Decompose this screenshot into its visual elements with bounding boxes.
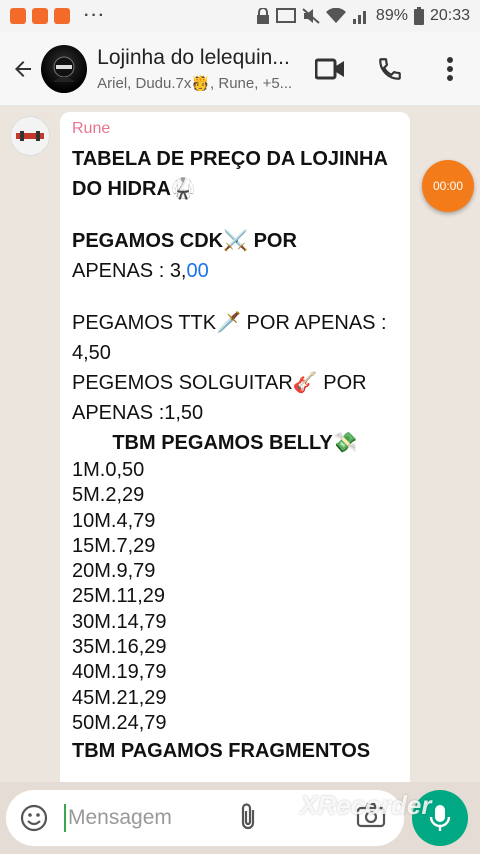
list-item: 10M.4,79 [72, 509, 156, 532]
belly-price-list: 1M.0,50 5M.2,29 10M.4,79 15M.7,29 20M.9,… [72, 458, 398, 736]
notification-icons: ··· [10, 7, 106, 25]
list-item: 20M.9,79 [72, 560, 156, 583]
solguitar-price: APENAS :1,50 [72, 402, 204, 424]
battery-level: 89% [375, 7, 408, 24]
cdk-price-link[interactable]: 00 [187, 260, 209, 282]
more-options-button[interactable] [420, 45, 480, 93]
chat-header: Lojinha do lelequin... Ariel, Dudu.7x🫅, … [0, 32, 480, 106]
voice-call-button[interactable] [360, 45, 420, 93]
app-notification-icon [10, 8, 26, 24]
chat-area[interactable]: Rune TABELA DE PREÇO DA LOJINHA DO HIDRA… [0, 106, 480, 782]
cdk-price-prefix: APENAS : 3, [72, 260, 187, 282]
list-item: 30M.14,79 [72, 610, 167, 633]
group-avatar[interactable] [40, 44, 88, 93]
list-item: 45M.21,29 [72, 686, 167, 709]
sender-logo-icon [16, 131, 44, 141]
belly-header: TBM PEGAMOS BELLY💸 [112, 432, 358, 454]
recorder-timer-button[interactable]: 00:00 [422, 160, 474, 212]
header-actions [300, 45, 480, 93]
more-vertical-icon [447, 56, 454, 81]
clock: 20:33 [429, 7, 470, 24]
list-item: 5M.2,29 [72, 484, 145, 507]
cast-icon [275, 8, 296, 23]
arrow-left-icon [15, 60, 32, 77]
emoji-icon [20, 804, 48, 832]
ttk-line: PEGAMOS TTK🗡️ POR APENAS : [72, 312, 387, 334]
message-bubble[interactable]: Rune TABELA DE PREÇO DA LOJINHA DO HIDRA… [60, 112, 410, 782]
video-call-button[interactable] [300, 45, 360, 93]
list-item: 50M.24,79 [72, 711, 167, 734]
chat-title-block[interactable]: Lojinha do lelequin... Ariel, Dudu.7x🫅, … [97, 46, 300, 92]
more-notifications-icon: ··· [84, 7, 106, 24]
solguitar-line: PEGEMOS SOLGUITAR🎸 POR [72, 372, 367, 394]
message-title: TABELA DE PREÇO DA LOJINHA DO HIDRA🥋 [72, 148, 388, 200]
sender-name[interactable]: Rune [72, 120, 398, 138]
ninja-avatar-icon [52, 56, 75, 82]
ttk-price: 4,50 [72, 342, 111, 364]
battery-icon [413, 7, 424, 25]
microphone-icon [429, 805, 451, 831]
list-item: 40M.19,79 [72, 661, 167, 684]
emoji-button[interactable] [18, 802, 50, 834]
message-input[interactable]: Mensagem [64, 804, 224, 832]
sender-avatar[interactable] [10, 116, 50, 156]
video-camera-icon [315, 58, 345, 79]
paperclip-icon [241, 803, 255, 830]
fragments-header: TBM PAGAMOS FRAGMENTOS [72, 740, 371, 763]
list-item: 15M.7,29 [72, 534, 156, 557]
list-item: 1M.0,50 [72, 459, 145, 481]
list-item: 25M.11,29 [72, 585, 166, 608]
app-notification-icon [32, 8, 48, 24]
status-bar: ··· 89% 20:33 [0, 0, 480, 32]
phone-icon [379, 57, 401, 80]
chat-title: Lojinha do lelequin... [97, 45, 290, 69]
list-item: 35M.16,29 [72, 636, 167, 659]
signal-icon [352, 11, 366, 24]
mute-icon [302, 8, 320, 24]
cdk-line: PEGAMOS CDK⚔️ POR [72, 230, 297, 252]
chat-participants: Ariel, Dudu.7x🫅, Rune, +5... [97, 74, 293, 92]
recorder-watermark: XRecorder [300, 790, 432, 820]
attach-button[interactable] [238, 802, 258, 837]
system-icons: 89% 20:33 [256, 7, 470, 25]
wifi-icon [325, 8, 346, 23]
cdk-price-line: APENAS : 3,00 [72, 256, 398, 286]
back-button[interactable] [6, 51, 41, 87]
lock-icon [256, 8, 269, 24]
app-notification-icon [54, 8, 70, 24]
